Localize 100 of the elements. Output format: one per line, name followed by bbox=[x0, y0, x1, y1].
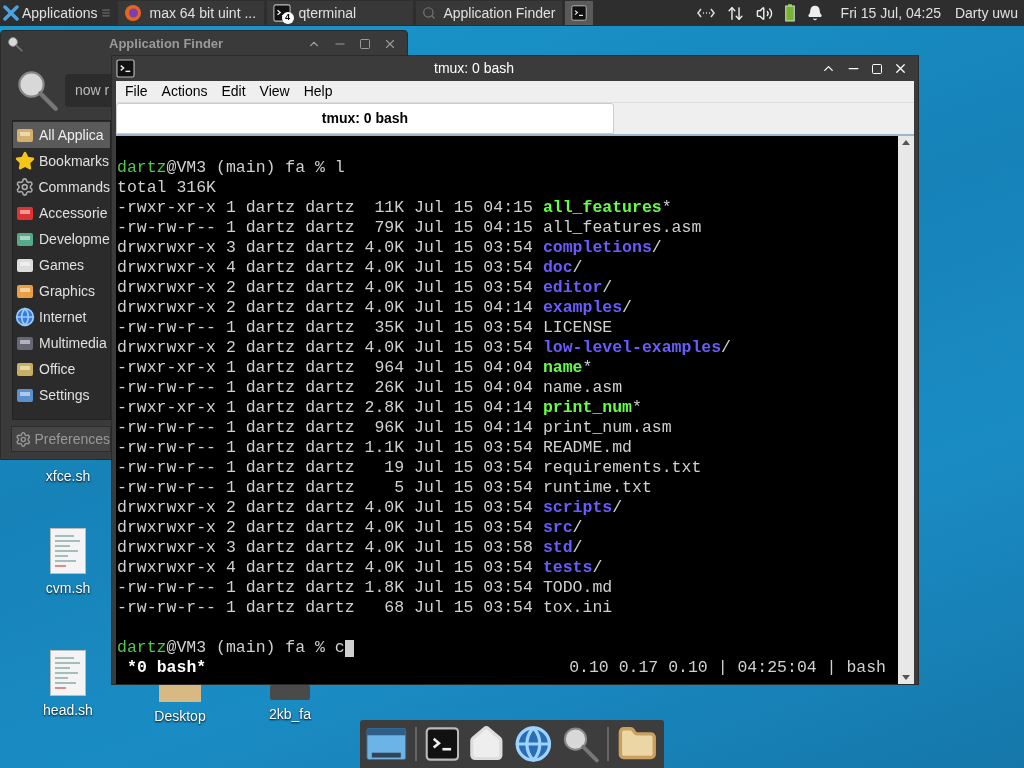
file-details: -rw-rw-r-- 1 dartz dartz 35K Jul 15 03:54 bbox=[117, 316, 533, 339]
file-name: runtime.txt bbox=[542, 476, 652, 499]
file-name: LICENSE bbox=[542, 316, 613, 339]
scroll-up-icon[interactable] bbox=[901, 138, 911, 146]
taskbar-button[interactable]: Application Finder bbox=[415, 1, 562, 25]
menu-item[interactable]: Edit bbox=[216, 81, 251, 102]
category-item[interactable]: Graphics bbox=[13, 278, 110, 304]
desktop-icon-label[interactable]: head.sh bbox=[43, 700, 93, 721]
terminal-icon bbox=[116, 59, 135, 78]
file-details: drwxrwxr-x 4 dartz dartz 4.0K Jul 15 03:54 bbox=[117, 256, 533, 279]
file-name: requirements.txt bbox=[542, 456, 702, 479]
category-item[interactable]: Games bbox=[13, 252, 110, 278]
file-details: -rwxr-xr-x 1 dartz dartz 964 Jul 15 04:04 bbox=[117, 356, 533, 379]
file-details: drwxrwxr-x 2 dartz dartz 4.0K Jul 15 03:54 bbox=[117, 496, 533, 519]
window-title: Application Finder bbox=[109, 34, 224, 53]
file-name: README.md bbox=[542, 436, 632, 459]
file-details: drwxrwxr-x 3 dartz dartz 4.0K Jul 15 03:54 bbox=[117, 236, 533, 259]
terminal-icon bbox=[272, 4, 291, 22]
file-details: -rw-rw-r-- 1 dartz dartz 79K Jul 15 04:15 bbox=[117, 216, 533, 239]
search-icon bbox=[421, 5, 436, 21]
file-details: drwxrwxr-x 2 dartz dartz 4.0K Jul 15 04:14 bbox=[117, 296, 533, 319]
category-item[interactable]: Internet bbox=[13, 304, 110, 330]
battery-icon bbox=[784, 4, 795, 22]
file-name: std/ bbox=[542, 536, 583, 559]
document-icon bbox=[50, 528, 86, 574]
window-title: tmux: 0 bash bbox=[434, 59, 515, 78]
file-details: drwxrwxr-x 3 dartz dartz 4.0K Jul 15 03:58 bbox=[117, 536, 533, 559]
fox-icon bbox=[123, 4, 142, 22]
menu-item[interactable]: View bbox=[254, 81, 295, 102]
magnifier-icon bbox=[7, 35, 23, 52]
file-details: drwxrwxr-x 2 dartz dartz 4.0K Jul 15 03:54 bbox=[117, 276, 533, 299]
x-logo-icon bbox=[3, 5, 19, 21]
taskbar-button[interactable]: max 64 bit uint ... bbox=[117, 1, 264, 25]
taskbar-button[interactable]: 4 qterminal bbox=[266, 1, 413, 25]
category-item[interactable]: Settings bbox=[13, 382, 110, 408]
globe-icon[interactable] bbox=[514, 724, 553, 764]
file-details: -rwxr-xr-x 1 dartz dartz 11K Jul 15 04:15 bbox=[117, 196, 533, 219]
applications-menu[interactable]: Applications bbox=[0, 0, 115, 26]
file-details: -rw-rw-r-- 1 dartz dartz 68 Jul 15 03:54 bbox=[117, 596, 533, 619]
category-item[interactable]: Bookmarks bbox=[13, 148, 110, 174]
network-icon bbox=[696, 8, 715, 18]
desktop-icon-label[interactable]: 2kb_fa bbox=[268, 704, 311, 725]
category-item[interactable]: Office bbox=[13, 356, 110, 382]
file-name: src/ bbox=[542, 516, 583, 539]
terminal-icon bbox=[424, 726, 460, 762]
close-icon[interactable] bbox=[893, 61, 908, 76]
menu-item[interactable]: File bbox=[120, 81, 153, 102]
volume-icon bbox=[755, 4, 773, 22]
file-name: all_features* bbox=[542, 196, 672, 219]
category-item[interactable]: Multimedia bbox=[13, 330, 110, 356]
file-details: -rw-rw-r-- 1 dartz dartz 19 Jul 15 03:54 bbox=[117, 456, 533, 479]
document-icon bbox=[50, 650, 86, 696]
desktop-icon-label[interactable]: cvm.sh bbox=[45, 578, 91, 599]
category-item[interactable]: Commands bbox=[13, 174, 110, 200]
terminal-icon bbox=[570, 4, 587, 22]
text-cursor bbox=[344, 639, 354, 657]
transfer-icon bbox=[726, 4, 744, 22]
file-name: tests/ bbox=[542, 556, 603, 579]
gears-icon bbox=[15, 177, 35, 197]
magnifier-icon bbox=[15, 68, 59, 112]
file-name: name.asm bbox=[542, 376, 623, 399]
file-name: examples/ bbox=[542, 296, 632, 319]
file-details: -rw-rw-r-- 1 dartz dartz 1.1K Jul 15 03:54 bbox=[117, 436, 533, 459]
file-name: print_num.asm bbox=[542, 416, 672, 439]
file-name: low-level-examples/ bbox=[542, 336, 731, 359]
file-name: print_num* bbox=[542, 396, 642, 419]
status-info: 0.10 0.17 0.10 | 04:25:04 | bash bbox=[569, 656, 886, 679]
file-name: tox.ini bbox=[542, 596, 613, 619]
globe-icon bbox=[15, 307, 35, 327]
window-icon[interactable] bbox=[366, 727, 407, 761]
menu-icon bbox=[100, 8, 111, 18]
star-icon bbox=[15, 151, 35, 171]
file-details: -rw-rw-r-- 1 dartz dartz 26K Jul 15 04:04 bbox=[117, 376, 533, 399]
desktop-icon-label[interactable]: Desktop bbox=[154, 706, 206, 727]
file-details: -rw-rw-r-- 1 dartz dartz 96K Jul 15 04:14 bbox=[117, 416, 533, 439]
file-name: name* bbox=[542, 356, 593, 379]
output-line: total 316K bbox=[117, 176, 217, 199]
gear-icon bbox=[15, 430, 32, 448]
tab[interactable]: tmux: 0 bash bbox=[116, 103, 614, 134]
file-name: all_features.asm bbox=[542, 216, 702, 239]
file-name: editor/ bbox=[542, 276, 613, 299]
file-name: scripts/ bbox=[542, 496, 623, 519]
taskbar-button[interactable] bbox=[564, 1, 593, 25]
search-field[interactable]: now r bbox=[65, 73, 111, 107]
category-item[interactable]: Accessorie bbox=[13, 200, 110, 226]
desktop-icon-label[interactable]: xfce.sh bbox=[45, 466, 91, 487]
user-name[interactable]: Darty uwu bbox=[954, 2, 1018, 24]
notification-icon bbox=[806, 5, 823, 21]
file-name: TODO.md bbox=[542, 576, 613, 599]
clock[interactable]: Fri 15 Jul, 04:25 bbox=[840, 2, 941, 24]
file-details: drwxrwxr-x 2 dartz dartz 4.0K Jul 15 03:54 bbox=[117, 516, 533, 539]
menu-item[interactable]: Help bbox=[298, 81, 338, 102]
scroll-down-icon[interactable] bbox=[901, 674, 911, 682]
file-details: drwxrwxr-x 2 dartz dartz 4.0K Jul 15 03:54 bbox=[117, 336, 533, 359]
category-item[interactable]: All Applica bbox=[13, 122, 110, 148]
prompt-line: dartz@VM3 (main) fa % l bbox=[117, 156, 345, 179]
file-name: completions/ bbox=[542, 236, 662, 259]
category-item[interactable]: Developme bbox=[13, 226, 110, 252]
menu-item[interactable]: Actions bbox=[156, 81, 213, 102]
file-details: drwxrwxr-x 4 dartz dartz 4.0K Jul 15 03:54 bbox=[117, 556, 533, 579]
